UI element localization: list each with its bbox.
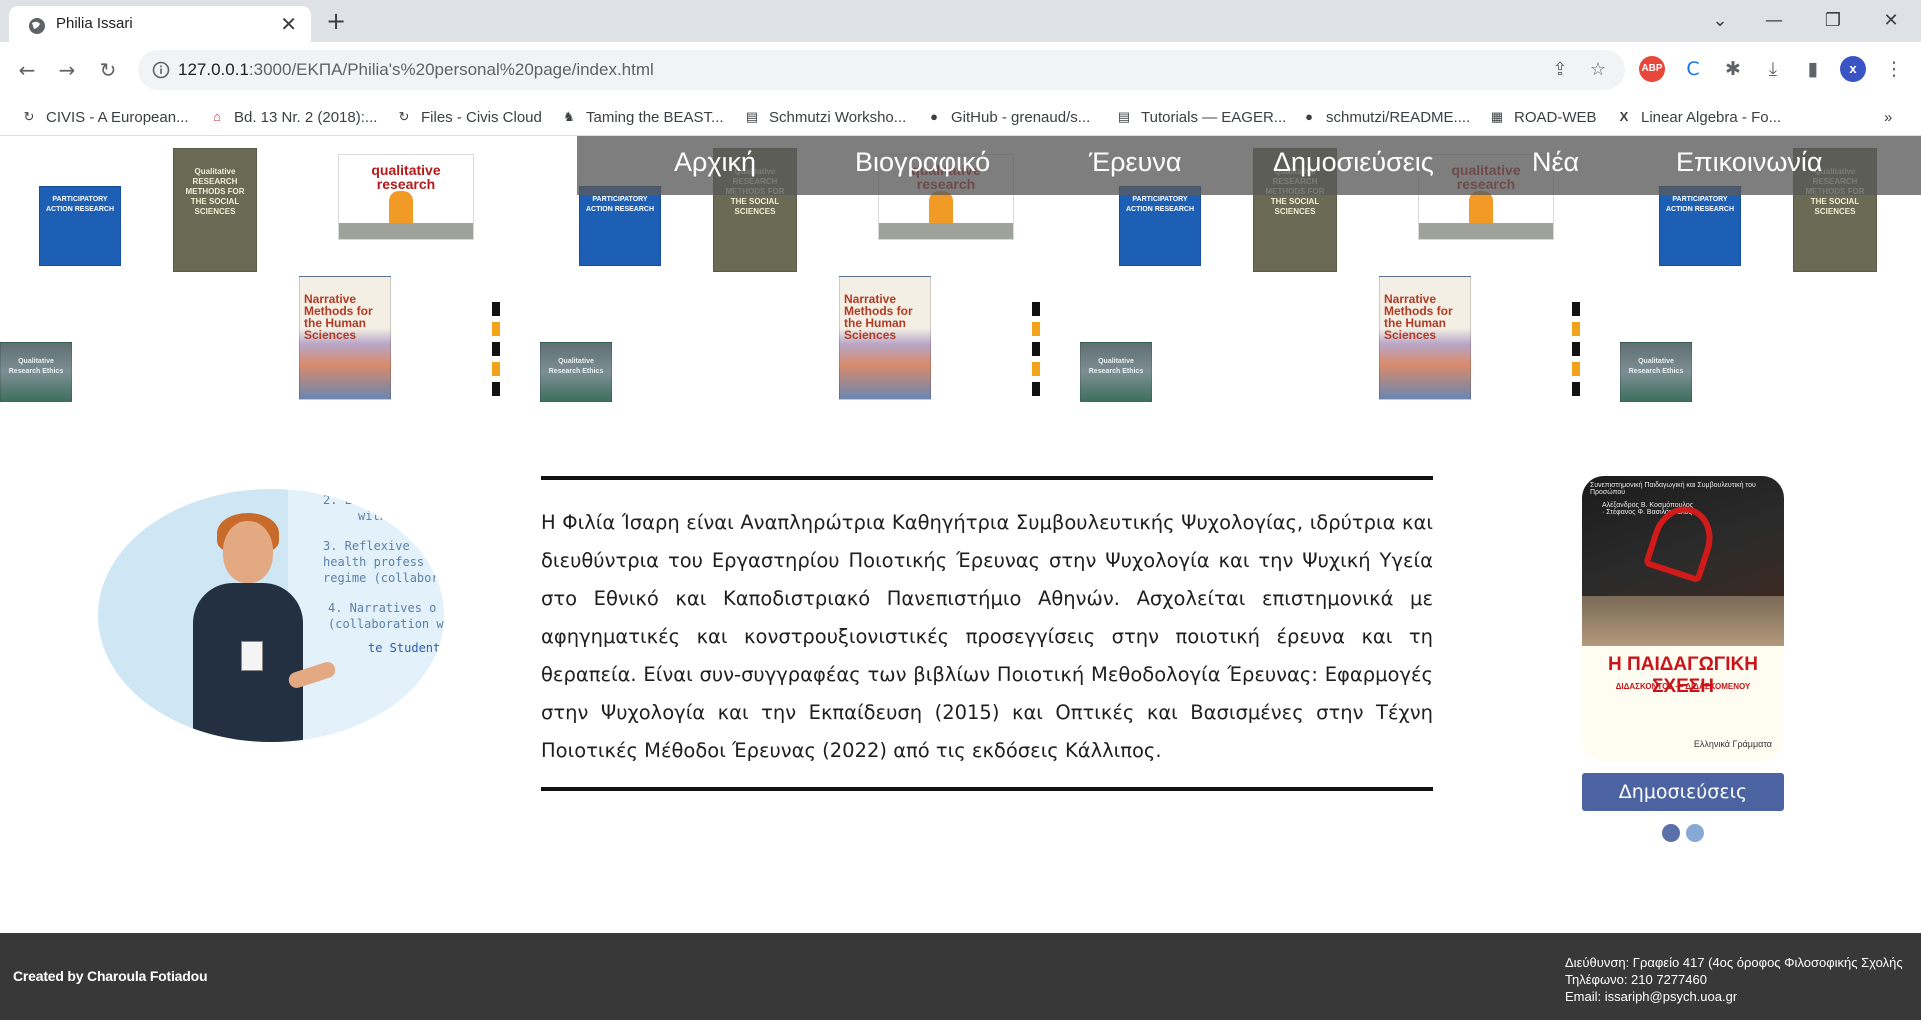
book-cover: Qualitative Research Ethics	[1080, 342, 1152, 402]
minimize-icon[interactable]: —	[1751, 6, 1797, 36]
book-cover	[482, 284, 522, 402]
adblock-plus-icon[interactable]: ABP	[1639, 56, 1665, 82]
slide-text: 2. Lit	[323, 493, 367, 507]
book-cover: Qualitative Research Ethics	[1620, 342, 1692, 402]
map-icon: ▦	[1490, 109, 1504, 124]
footer-email[interactable]: Email: issariph@psych.uoa.gr	[1565, 988, 1921, 1005]
bookmark-item[interactable]: ● GitHub - grenaud/s...	[925, 105, 1090, 129]
book-cover: Qualitative Research Ethics	[540, 342, 612, 402]
new-tab-icon[interactable]: +	[326, 8, 346, 34]
main-nav: Αρχική Βιογραφικό Έρευνα Δημοσιεύσεις Νέ…	[577, 136, 1921, 195]
carousel-dot[interactable]	[1662, 824, 1680, 842]
footer-address: Διεύθυνση: Γραφείο 417 (4ος όροφος Φιλοσ…	[1565, 955, 1903, 970]
forward-icon[interactable]: →	[53, 56, 81, 84]
site-footer: Created by Charoula Fotiadou Διεύθυνση: …	[0, 933, 1921, 1020]
url-text: 127.0.0.1:3000/ΕΚΠΑ/Philia's%20personal%…	[178, 60, 654, 79]
window-close-icon[interactable]: ✕	[1868, 6, 1914, 36]
bookmark-item[interactable]: ↻ Files - Civis Cloud	[395, 105, 542, 129]
book-cover: Narrative Methods for the Human Sciences	[839, 276, 931, 400]
share-icon[interactable]: ⇪	[1548, 58, 1572, 82]
bookmark-item[interactable]: ↻ CIVIS - A European...	[20, 105, 189, 129]
restore-icon[interactable]: ❐	[1810, 6, 1856, 36]
bookmark-item[interactable]: ♞ Taming the BEAST...	[560, 105, 723, 129]
slide-text: 4. Narratives o	[328, 601, 437, 615]
book-cover: Qualitative RESEARCH METHODS FOR THE SOC…	[173, 148, 257, 272]
book-cover: Narrative Methods for the Human Sciences	[299, 276, 391, 400]
slide-text: te Students	[368, 641, 444, 655]
bookmark-item[interactable]: ⌂ Bd. 13 Nr. 2 (2018):...	[208, 105, 377, 129]
profile-photo: 2. Lit with 3. Reflexive s health profes…	[98, 489, 444, 742]
doc-icon: ▤	[745, 109, 759, 124]
book-cover: Narrative Methods for the Human Sciences	[1379, 276, 1471, 400]
bookmarks-bar: ↻ CIVIS - A European... ⌂ Bd. 13 Nr. 2 (20…	[0, 98, 1921, 136]
book-cover: Qualitative Research Ethics	[0, 342, 72, 402]
footer-phone: Τηλέφωνο: 210 7277460	[1565, 972, 1707, 987]
site-info-icon[interactable]	[152, 61, 170, 79]
profile-avatar[interactable]: x	[1840, 56, 1866, 82]
slide-text: with	[358, 509, 387, 523]
bio-text: Η Φιλία Ίσαρη είναι Αναπληρώτρια Καθηγήτ…	[541, 511, 1433, 762]
journal-icon: ⌂	[213, 109, 221, 124]
nav-contact[interactable]: Επικοινωνία	[1676, 147, 1823, 178]
book-cover: PARTICIPATORY ACTION RESEARCH	[1119, 186, 1201, 266]
reload-icon[interactable]: ↻	[94, 56, 122, 84]
publication-slide[interactable]: Συνεπιστημονική Παιδαγωγική και Συμβουλε…	[1582, 476, 1784, 761]
page-viewport: PARTICIPATORY ACTION RESEARCH Qualitativ…	[0, 136, 1921, 1020]
tab-title: Philia Issari	[56, 15, 133, 32]
reload-icon: ↻	[23, 109, 35, 124]
divider-bottom	[541, 787, 1433, 791]
nav-news[interactable]: Νέα	[1532, 147, 1579, 178]
slide-text: health profess	[323, 555, 425, 569]
nav-home[interactable]: Αρχική	[674, 147, 756, 178]
bookmark-item[interactable]: X Linear Algebra - Fo...	[1615, 105, 1781, 129]
publications-button[interactable]: Δημοσιεύσεις	[1582, 773, 1784, 811]
nav-publications[interactable]: Δημοσιεύσεις	[1273, 147, 1434, 178]
book-cover	[1562, 284, 1602, 402]
slide-subtitle: ΔΙΔΑΣΚΟΝΤΟΣ — ΔΙΔΑΣΚΟΜΕΝΟΥ	[1615, 682, 1751, 691]
bookmark-item[interactable]: ● schmutzi/README....	[1300, 105, 1470, 129]
tab-active[interactable]: Philia Issari ✕	[9, 6, 311, 42]
slide-text: (collaboration wit	[328, 617, 444, 631]
doc-icon: ▤	[1117, 109, 1131, 124]
github-icon: ●	[930, 109, 938, 124]
side-panel-icon[interactable]: ▮	[1800, 56, 1826, 82]
nav-research[interactable]: Έρευνα	[1089, 147, 1181, 178]
nav-cv[interactable]: Βιογραφικό	[855, 147, 990, 178]
globe-icon	[29, 18, 45, 34]
reload-icon: ↻	[398, 109, 410, 124]
extensions-puzzle-icon[interactable]: ✱	[1720, 56, 1746, 82]
x-icon: X	[1619, 109, 1629, 124]
divider-top	[541, 476, 1433, 480]
bookmark-item[interactable]: ▤ Tutorials — EAGER...	[1115, 105, 1286, 129]
more-bookmarks-icon[interactable]: »	[1884, 105, 1892, 129]
browser-toolbar: ← → ↻ 127.0.0.1:3000/ΕΚΠΑ/Philia's%20per…	[0, 42, 1921, 98]
address-bar[interactable]: 127.0.0.1:3000/ΕΚΠΑ/Philia's%20personal%…	[138, 50, 1625, 90]
menu-kebab-icon[interactable]: ⋮	[1881, 56, 1907, 82]
slide-title: Η ΠΑΙΔΑΓΩΓΙΚΗ ΣΧΕΣΗ	[1608, 654, 1758, 697]
footer-contact: Διεύθυνση: Γραφείο 417 (4ος όροφος Φιλοσ…	[1565, 954, 1921, 1005]
extension-c-icon[interactable]: C	[1680, 56, 1706, 82]
book-cover	[1022, 284, 1062, 402]
slide-series: Συνεπιστημονική Παιδαγωγική και Συμβουλε…	[1590, 482, 1756, 496]
slide-text: regime (collabora	[323, 571, 444, 585]
tab-strip: Philia Issari ✕ + ⌄ — ❐ ✕	[0, 0, 1921, 42]
footer-credit: Created by Charoula Fotiadou	[13, 968, 208, 984]
book-cover: qualitative research	[338, 154, 474, 240]
bookmark-item[interactable]: ▤ Schmutzi Worksho...	[743, 105, 906, 129]
tab-search-icon[interactable]: ⌄	[1697, 6, 1743, 36]
close-tab-icon[interactable]: ✕	[280, 12, 297, 36]
carousel-dot[interactable]	[1686, 824, 1704, 842]
slide-text: 3. Reflexive s	[323, 539, 425, 553]
book-cover: PARTICIPATORY ACTION RESEARCH	[1659, 186, 1741, 266]
back-icon[interactable]: ←	[13, 56, 41, 84]
bookmark-item[interactable]: ▦ ROAD-WEB	[1488, 105, 1597, 129]
book-cover: PARTICIPATORY ACTION RESEARCH	[39, 186, 121, 266]
publisher-logo: Ελληνικά Γράμματα	[1693, 739, 1772, 749]
bookmark-star-icon[interactable]: ☆	[1586, 58, 1610, 82]
github-icon: ●	[1305, 109, 1313, 124]
book-cover: PARTICIPATORY ACTION RESEARCH	[579, 186, 661, 266]
beast-icon: ♞	[563, 109, 575, 124]
download-icon[interactable]: ⤓	[1760, 56, 1786, 82]
